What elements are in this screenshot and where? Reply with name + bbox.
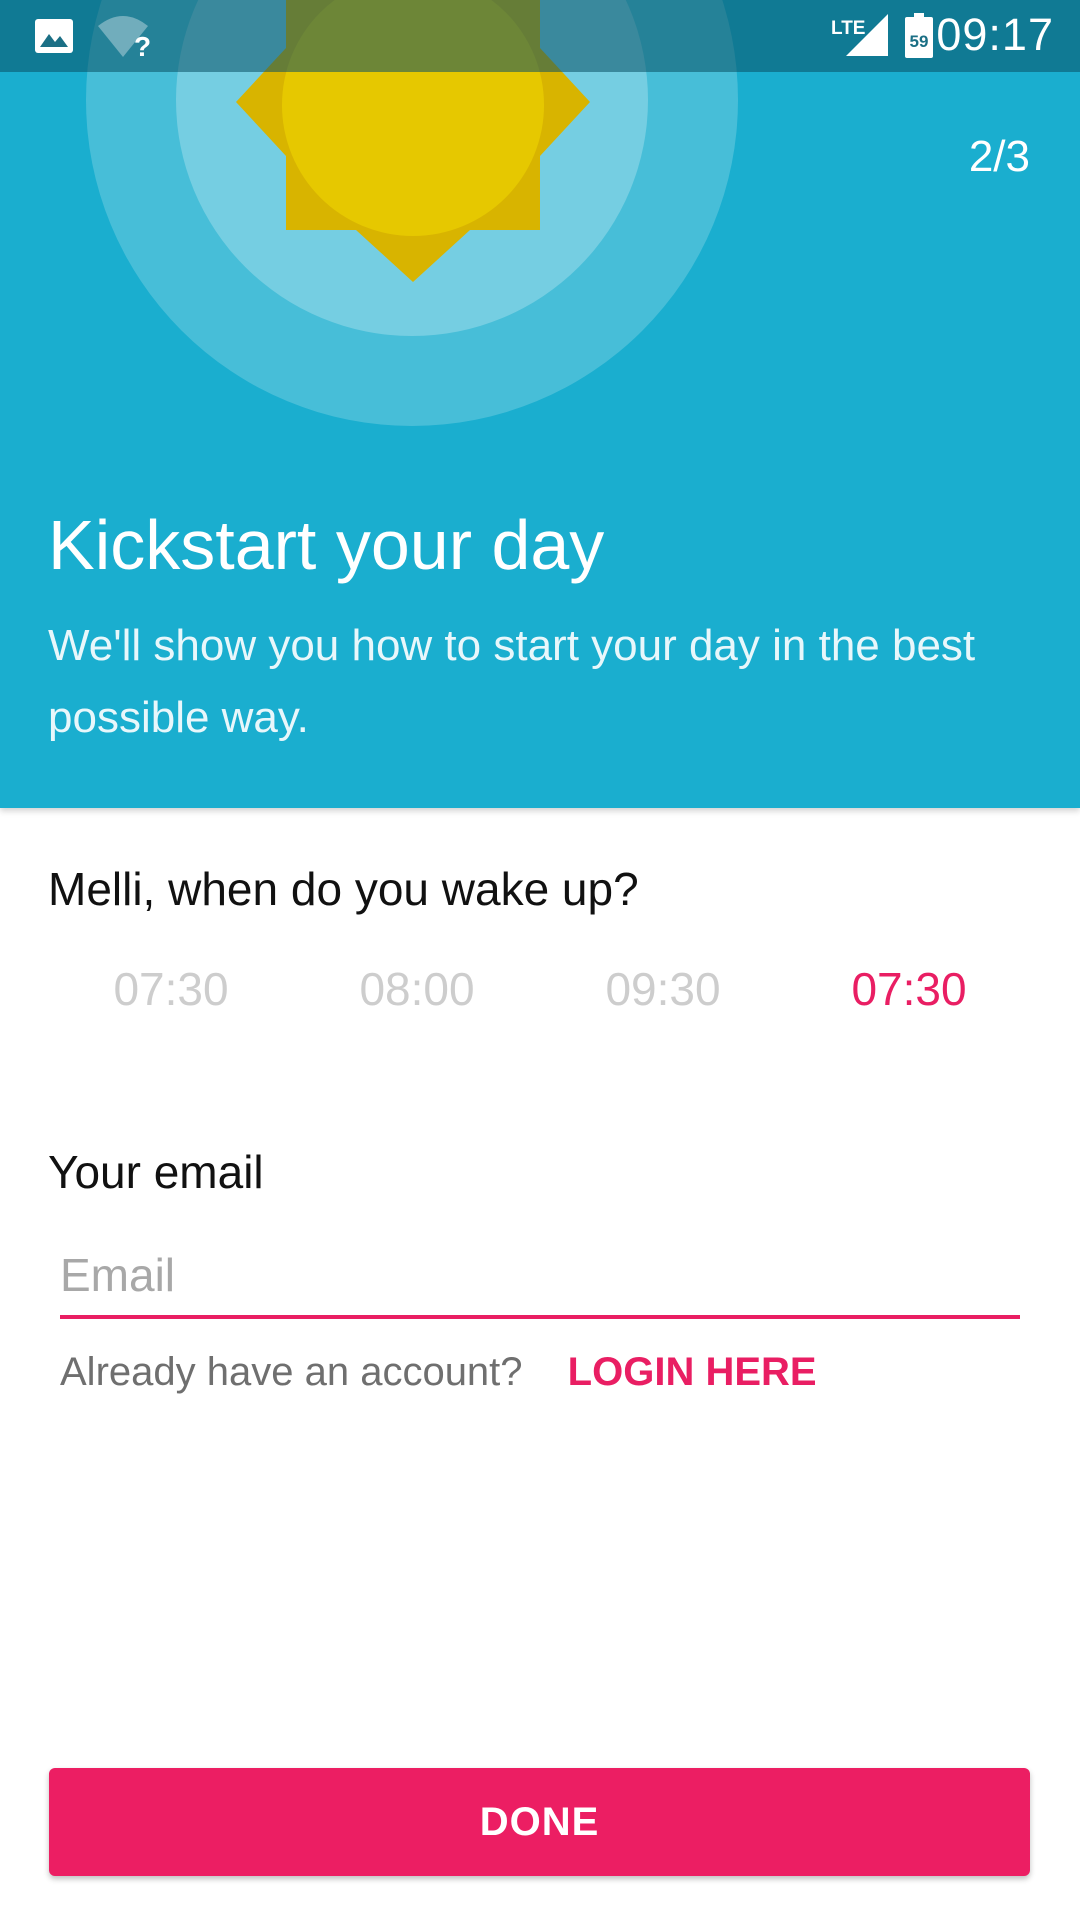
status-bar: ? LTE 59 09:17 [0,0,1080,72]
page-counter: 2/3 [968,132,1030,181]
battery-icon: 59 [905,13,933,58]
account-prompt: Already have an account? [60,1350,523,1394]
email-input[interactable] [60,1235,1020,1319]
svg-text:?: ? [134,31,151,60]
svg-text:59: 59 [910,32,929,51]
time-option[interactable]: 07:30 [786,962,1032,1032]
done-button[interactable]: DONE [49,1768,1030,1876]
page-title: Kickstart your day [48,506,605,584]
email-label: Your email [48,1146,264,1198]
image-icon [35,19,73,53]
wake-up-question: Melli, when do you wake up? [48,863,639,915]
status-time: 09:17 [936,9,1054,60]
wifi-unknown-icon: ? [98,16,151,60]
wake-up-time-picker: 07:30 08:00 09:30 07:30 [48,962,1032,1032]
time-option[interactable]: 09:30 [540,962,786,1032]
page-subtitle: We'll show you how to start your day in … [48,621,976,742]
time-option[interactable]: 08:00 [294,962,540,1032]
lte-signal-icon: LTE [831,14,888,56]
login-link[interactable]: LOGIN HERE [568,1350,817,1394]
onboarding-header: 2/3 Kickstart your day We'll show you ho… [0,0,1080,808]
time-option[interactable]: 07:30 [48,962,294,1032]
svg-text:LTE: LTE [831,18,865,39]
account-row: Already have an account? LOGIN HERE [60,1350,817,1395]
